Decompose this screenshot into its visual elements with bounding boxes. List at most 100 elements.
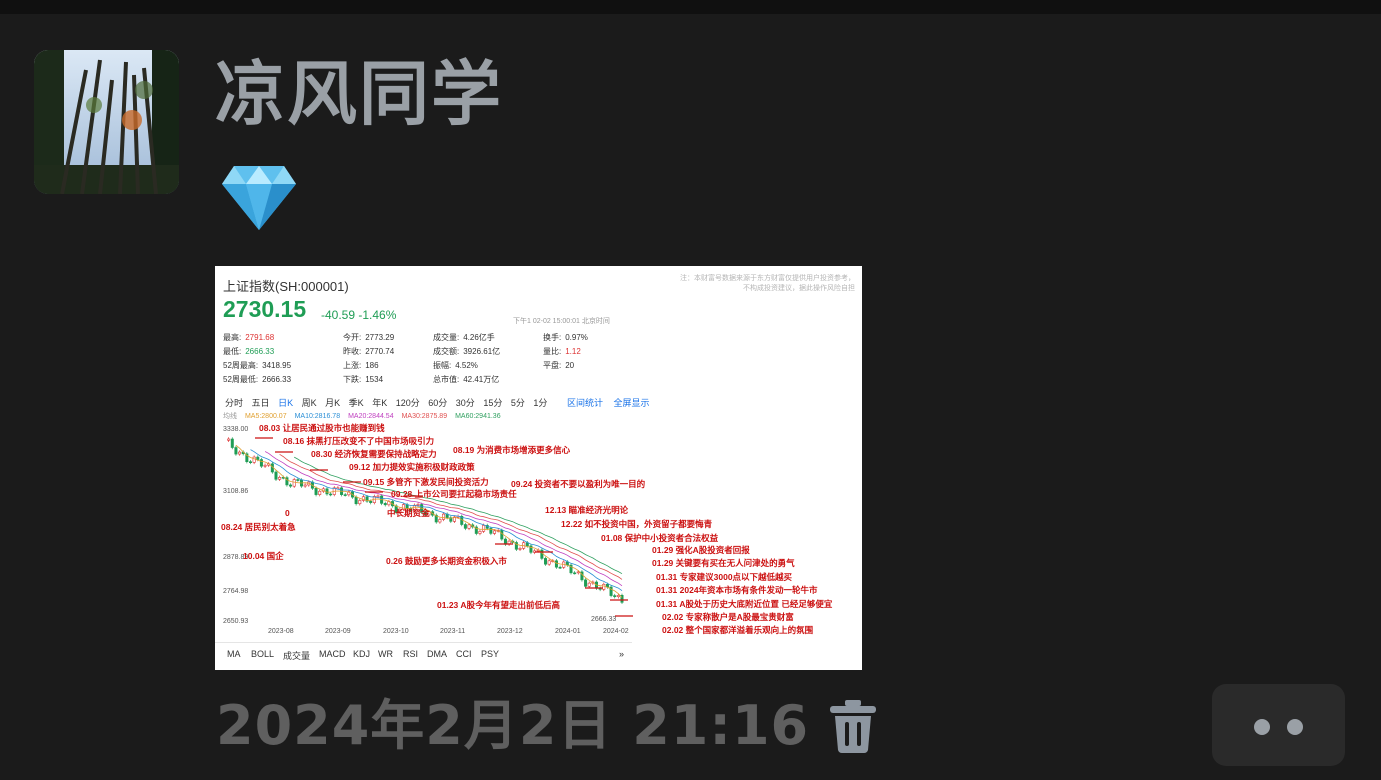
tab-indicator[interactable]: CCI — [456, 649, 472, 659]
candle-body — [296, 479, 300, 481]
candle-body — [303, 484, 307, 487]
tab-period[interactable]: 周K — [302, 398, 317, 408]
stock-change: -40.59 -1.46% — [321, 308, 397, 322]
tab-period-active[interactable]: 日K — [278, 398, 293, 408]
tab-indicator[interactable]: MA — [227, 649, 241, 659]
candle-body — [318, 490, 322, 495]
candle-body — [602, 583, 606, 590]
candle-body — [230, 438, 234, 448]
stat-item: 上涨: 186 — [343, 361, 379, 370]
stat-item: 最低: 2666.33 — [223, 347, 275, 356]
candle-body — [376, 495, 380, 498]
post-timestamp: 2024年2月2日 21:16 — [216, 694, 810, 757]
candle-body — [292, 479, 296, 487]
top-bar — [0, 0, 1381, 14]
chart-annotation: 08.03 让居民通过股市也能赚到钱 — [259, 423, 385, 433]
indicator-tabs: MA BOLL 成交量 MACD KDJ WR RSI DMA CCI PSY … — [215, 642, 632, 665]
more-indicators-icon[interactable]: » — [619, 649, 624, 659]
tab-period[interactable]: 30分 — [456, 398, 475, 408]
tab-indicator[interactable]: KDJ — [353, 649, 370, 659]
y-tick-label: 2764.98 — [223, 588, 249, 595]
avatar[interactable] — [34, 50, 179, 194]
tab-period[interactable]: 1分 — [533, 398, 547, 408]
trash-icon[interactable] — [827, 698, 879, 754]
x-tick-label: 2024-01 — [555, 628, 581, 635]
candle-body — [238, 451, 242, 455]
candle-body — [558, 566, 562, 569]
chart-annotation: 09.12 加力提效实施积极财政政策 — [349, 462, 475, 472]
chart-annotation: 09.24 投资者不要以盈利为唯一目的 — [511, 479, 646, 489]
candle-body — [383, 503, 387, 506]
stat-item: 下跌: 1534 — [343, 375, 384, 384]
tab-indicator[interactable]: PSY — [481, 649, 499, 659]
candle-body — [289, 484, 293, 487]
candle-body — [489, 528, 493, 534]
candle-body — [278, 477, 282, 480]
low-price-label: 2666.33 — [591, 616, 617, 623]
tab-indicator[interactable]: BOLL — [251, 649, 274, 659]
quote-time: 下午1 02-02 15:00:01 北京时间 — [513, 318, 610, 325]
tab-indicator[interactable]: MACD — [319, 649, 346, 659]
stat-item: 52周最高: 3418.95 — [223, 361, 292, 370]
stat-item: 振幅: 4.52% — [433, 361, 478, 370]
tab-indicator[interactable]: RSI — [403, 649, 418, 659]
stat-item: 昨收: 2770.74 — [343, 347, 395, 356]
tab-indicator[interactable]: WR — [378, 649, 393, 659]
chart-annotation: 08.24 居民别太着急 — [221, 522, 296, 532]
chart-annotation: 12.13 瞄准经济光明论 — [545, 505, 629, 515]
candle-body — [467, 524, 471, 529]
chart-annotation: 01.29 强化A股投资者回报 — [652, 545, 750, 555]
stat-item: 今开: 2773.29 — [343, 333, 395, 342]
candle-body — [314, 487, 318, 495]
x-tick-label: 2024-02 — [603, 628, 629, 635]
tab-period[interactable]: 120分 — [396, 398, 420, 408]
chart-annotation: 01.31 专家建议3000点以下越低越买 — [656, 572, 793, 582]
tab-indicator[interactable]: 成交量 — [283, 649, 310, 662]
stat-item: 换手: 0.97% — [543, 333, 588, 342]
chart-annotation: 10.04 国企 — [243, 551, 284, 561]
chart-annotation: 01.08 保护中小投资者合法权益 — [601, 533, 719, 543]
chart-annotation: 02.02 整个国家都洋溢着乐观向上的氛围 — [662, 625, 814, 635]
candle-body — [274, 471, 278, 480]
range-stats-link[interactable]: 区间统计 — [567, 398, 603, 408]
username[interactable]: 凉风同学 — [215, 52, 503, 136]
tab-period[interactable]: 年K — [372, 398, 387, 408]
candle-body — [573, 572, 577, 575]
chart-annotation: 08.19 为消费市场增添更多信心 — [453, 445, 571, 455]
tab-period[interactable]: 月K — [325, 398, 340, 408]
chart-annotation: 0 — [285, 508, 290, 518]
chart-annotation: 09.28 上市公司要扛起稳市场责任 — [391, 489, 517, 499]
tab-period[interactable]: 15分 — [483, 398, 502, 408]
tab-period[interactable]: 五日 — [252, 398, 270, 408]
period-tabs: 分时 五日 日K 周K 月K 季K 年K 120分 60分 30分 15分 5分… — [225, 396, 553, 409]
range-links: 区间统计 全屏显示 — [567, 396, 658, 409]
chart-annotation: 01.31 A股处于历史大底附近位置 已经足够便宜 — [656, 599, 833, 609]
tab-period[interactable]: 分时 — [225, 398, 243, 408]
tab-period[interactable]: 5分 — [511, 398, 525, 408]
x-tick-label: 2023-09 — [325, 628, 351, 635]
more-options-button[interactable] — [1212, 684, 1345, 766]
candle-body — [500, 530, 504, 540]
stock-name: 上证指数(SH:000001) — [223, 279, 349, 294]
disclaimer-notice: 注：本财富号数据来源于东方财富仅提供用户投资参考，不构成投资建议，据此操作风险自… — [680, 275, 855, 292]
candle-body — [587, 582, 591, 587]
candle-body — [256, 456, 260, 460]
candle-body — [358, 500, 362, 505]
tab-period[interactable]: 季K — [349, 398, 364, 408]
candle-body — [252, 456, 256, 463]
chart-annotation: 08.16 抹黑打压改变不了中国市场吸引力 — [283, 436, 435, 446]
chart-annotation: 0.26 鼓励更多长期资金积极入市 — [386, 556, 507, 566]
candle-body — [518, 548, 522, 550]
stat-item: 成交额: 3926.61亿 — [433, 347, 501, 356]
tab-indicator[interactable]: DMA — [427, 649, 447, 659]
stock-chart-screenshot[interactable]: 上证指数(SH:000001) 2730.15 -40.59 -1.46% 注：… — [215, 266, 862, 670]
candle-body — [463, 524, 467, 529]
stat-item: 52周最低: 2666.33 — [223, 375, 292, 384]
candle-body — [234, 447, 238, 455]
fullscreen-link[interactable]: 全屏显示 — [614, 398, 650, 408]
candle-body — [354, 496, 358, 505]
candle-body — [544, 558, 548, 565]
candle-body — [613, 595, 617, 598]
candle-body — [325, 488, 329, 495]
tab-period[interactable]: 60分 — [428, 398, 447, 408]
